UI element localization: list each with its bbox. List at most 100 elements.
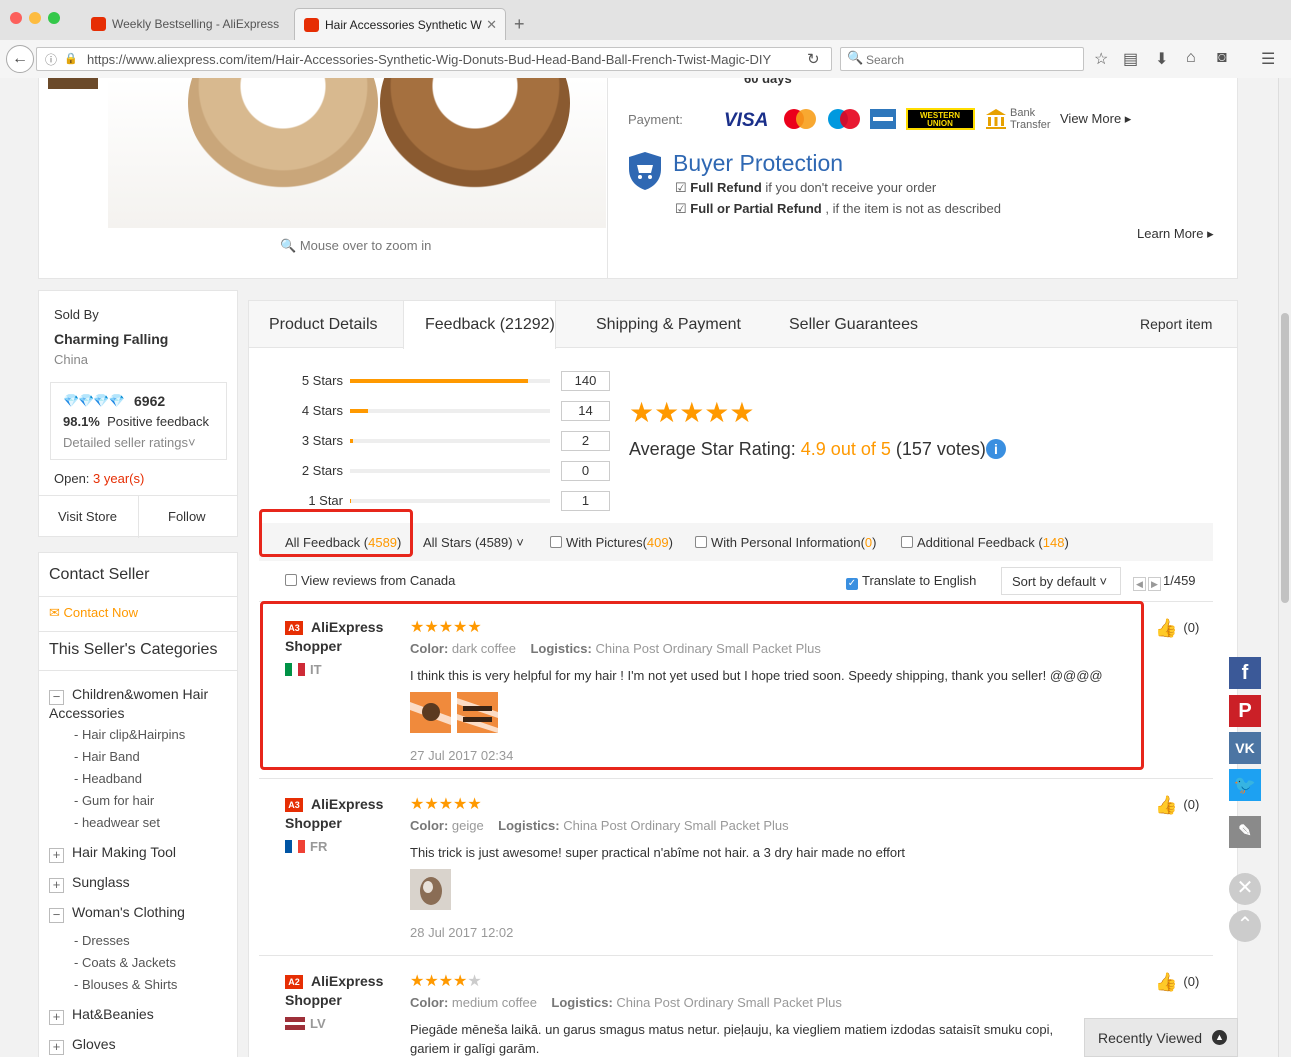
vk-share-icon[interactable]: VK: [1229, 732, 1261, 764]
reload-icon[interactable]: ↻: [807, 50, 820, 68]
browser-tab-bestselling[interactable]: Weekly Bestselling - AliExpress: [82, 8, 294, 40]
browser-tab-product[interactable]: Hair Accessories Synthetic W ✕: [294, 8, 506, 40]
pocket-icon[interactable]: ◙: [1217, 49, 1227, 67]
contact-now-link[interactable]: ✉ Contact Now: [49, 605, 138, 621]
rating-count: 1: [561, 491, 610, 511]
seller-name[interactable]: Charming Falling: [54, 331, 168, 347]
reading-list-icon[interactable]: ▤: [1123, 49, 1138, 69]
scroll-top-icon[interactable]: ⌃: [1229, 910, 1261, 942]
category-item[interactable]: + Sunglass: [49, 874, 130, 893]
subcategory-item[interactable]: - Hair clip&Hairpins: [74, 727, 185, 742]
back-button[interactable]: ←: [6, 45, 34, 73]
edit-pencil-icon[interactable]: ✎: [1229, 816, 1261, 848]
page-scrollbar[interactable]: [1278, 78, 1291, 1057]
twitter-share-icon[interactable]: 🐦: [1229, 769, 1261, 801]
facebook-share-icon[interactable]: f: [1229, 657, 1261, 689]
address-bar[interactable]: ⓘ 🔒 https://www.aliexpress.com/item/Hair…: [36, 47, 832, 71]
prev-page-icon[interactable]: ◀: [1133, 577, 1146, 591]
close-floating-icon[interactable]: ✕: [1229, 873, 1261, 905]
seller-card: Sold By Charming Falling China 💎💎💎💎 6962…: [38, 290, 238, 538]
category-item[interactable]: + Hat&Beanies: [49, 1006, 154, 1025]
zoom-window-button[interactable]: [48, 12, 60, 24]
subcategory-item[interactable]: - Hair Band: [74, 749, 140, 764]
helpful-button[interactable]: 👍 (0): [1155, 618, 1199, 639]
pinterest-share-icon[interactable]: P: [1229, 695, 1261, 727]
bookmark-star-icon[interactable]: ☆: [1094, 49, 1108, 69]
subcategory-item[interactable]: - Gum for hair: [74, 793, 154, 808]
visit-store-button[interactable]: Visit Store: [58, 509, 117, 524]
contact-seller-title: Contact Seller: [49, 566, 150, 583]
thumbs-up-icon[interactable]: 👍: [1155, 795, 1177, 816]
home-icon[interactable]: ⌂: [1186, 49, 1196, 67]
mastercard-logo: [784, 109, 816, 129]
category-item[interactable]: − Children&women Hair Accessories: [49, 686, 234, 721]
rating-bar-fill: [350, 409, 368, 413]
additional-feedback-checkbox[interactable]: Additional Feedback (148): [901, 535, 1069, 550]
subcategory-item[interactable]: - Dresses: [74, 933, 130, 948]
review-text: This trick is just awesome! super practi…: [410, 845, 906, 860]
svg-text:VISA: VISA: [724, 110, 768, 130]
translate-checkbox[interactable]: ✓ Translate to English: [846, 573, 976, 590]
subcategory-item[interactable]: - Coats & Jackets: [74, 955, 176, 970]
france-flag-icon: [285, 840, 305, 853]
report-item-link[interactable]: Report item: [1140, 316, 1212, 332]
tab-feedback[interactable]: Feedback (21292): [403, 301, 556, 349]
positive-feedback: 98.1% Positive feedback: [63, 414, 210, 429]
browser-search-input[interactable]: 🔍 Search: [840, 47, 1084, 71]
rating-bar-fill: [350, 379, 528, 383]
with-personal-info-checkbox[interactable]: With Personal Information(0): [695, 535, 877, 550]
url-text[interactable]: https://www.aliexpress.com/item/Hair-Acc…: [87, 52, 777, 67]
view-canada-checkbox[interactable]: View reviews from Canada: [285, 573, 455, 588]
tab-title: Weekly Bestselling - AliExpress: [112, 17, 280, 31]
category-item[interactable]: − Woman's Clothing: [49, 904, 185, 923]
thumbs-up-icon[interactable]: 👍: [1155, 972, 1177, 993]
follow-button[interactable]: Follow: [168, 509, 206, 524]
tab-shipping-payment[interactable]: Shipping & Payment: [596, 301, 741, 348]
reviewer-country: FR: [310, 839, 328, 854]
minimize-window-button[interactable]: [29, 12, 41, 24]
helpful-button[interactable]: 👍 (0): [1155, 972, 1199, 993]
product-thumbnail[interactable]: [48, 78, 98, 89]
store-open-duration: Open: 3 year(s): [54, 471, 145, 486]
new-tab-button[interactable]: +: [514, 14, 525, 35]
seller-sidebar: Contact Seller ✉ Contact Now This Seller…: [38, 552, 238, 1057]
full-refund-line: ☑ Full Refund if you don't receive your …: [675, 180, 937, 195]
view-more-link[interactable]: View More ▸: [1060, 111, 1131, 127]
review-photo[interactable]: [410, 869, 451, 910]
with-pictures-checkbox[interactable]: With Pictures(409): [550, 535, 673, 550]
expand-icon[interactable]: +: [49, 878, 64, 893]
collapse-icon[interactable]: −: [49, 908, 64, 923]
rating-count: 14: [561, 401, 610, 421]
subcategory-item[interactable]: - headwear set: [74, 815, 160, 830]
expand-icon[interactable]: +: [49, 848, 64, 863]
download-icon[interactable]: ⬇: [1155, 49, 1168, 69]
sort-dropdown[interactable]: Sort by default ˅: [1001, 567, 1121, 595]
subcategory-item[interactable]: - Headband: [74, 771, 142, 786]
subcategory-item[interactable]: - Blouses & Shirts: [74, 977, 177, 992]
category-item[interactable]: + Hair Making Tool: [49, 844, 176, 863]
expand-icon[interactable]: +: [49, 1040, 64, 1055]
info-icon[interactable]: ⓘ: [45, 51, 57, 68]
product-tabs: Product Details Feedback (21292) Shippin…: [249, 301, 1237, 349]
expand-icon[interactable]: +: [49, 1010, 64, 1025]
all-stars-dropdown[interactable]: All Stars (4589) ˅: [423, 535, 524, 550]
delivery-days-text: 60 days: [744, 78, 792, 86]
next-page-icon[interactable]: ▶: [1148, 577, 1161, 591]
scrollbar-thumb[interactable]: [1281, 313, 1289, 603]
collapse-icon[interactable]: −: [49, 690, 64, 705]
product-image[interactable]: [108, 78, 606, 228]
menu-icon[interactable]: ☰: [1261, 49, 1275, 69]
recently-viewed-bar[interactable]: Recently Viewed ▲: [1084, 1018, 1238, 1057]
close-tab-icon[interactable]: ✕: [486, 17, 497, 33]
category-item[interactable]: + Gloves: [49, 1036, 116, 1055]
tab-product-details[interactable]: Product Details: [269, 301, 378, 348]
seller-actions: Visit Store Follow: [39, 495, 237, 538]
tab-seller-guarantees[interactable]: Seller Guarantees: [789, 301, 918, 348]
learn-more-link[interactable]: Learn More ▸: [1137, 226, 1214, 242]
chevron-up-icon[interactable]: ▲: [1212, 1030, 1227, 1045]
close-window-button[interactable]: [10, 12, 22, 24]
info-icon[interactable]: i: [985, 439, 1006, 459]
detailed-ratings-link[interactable]: Detailed seller ratings˅: [63, 435, 196, 450]
thumbs-up-icon[interactable]: 👍: [1155, 618, 1177, 639]
helpful-button[interactable]: 👍 (0): [1155, 795, 1199, 816]
